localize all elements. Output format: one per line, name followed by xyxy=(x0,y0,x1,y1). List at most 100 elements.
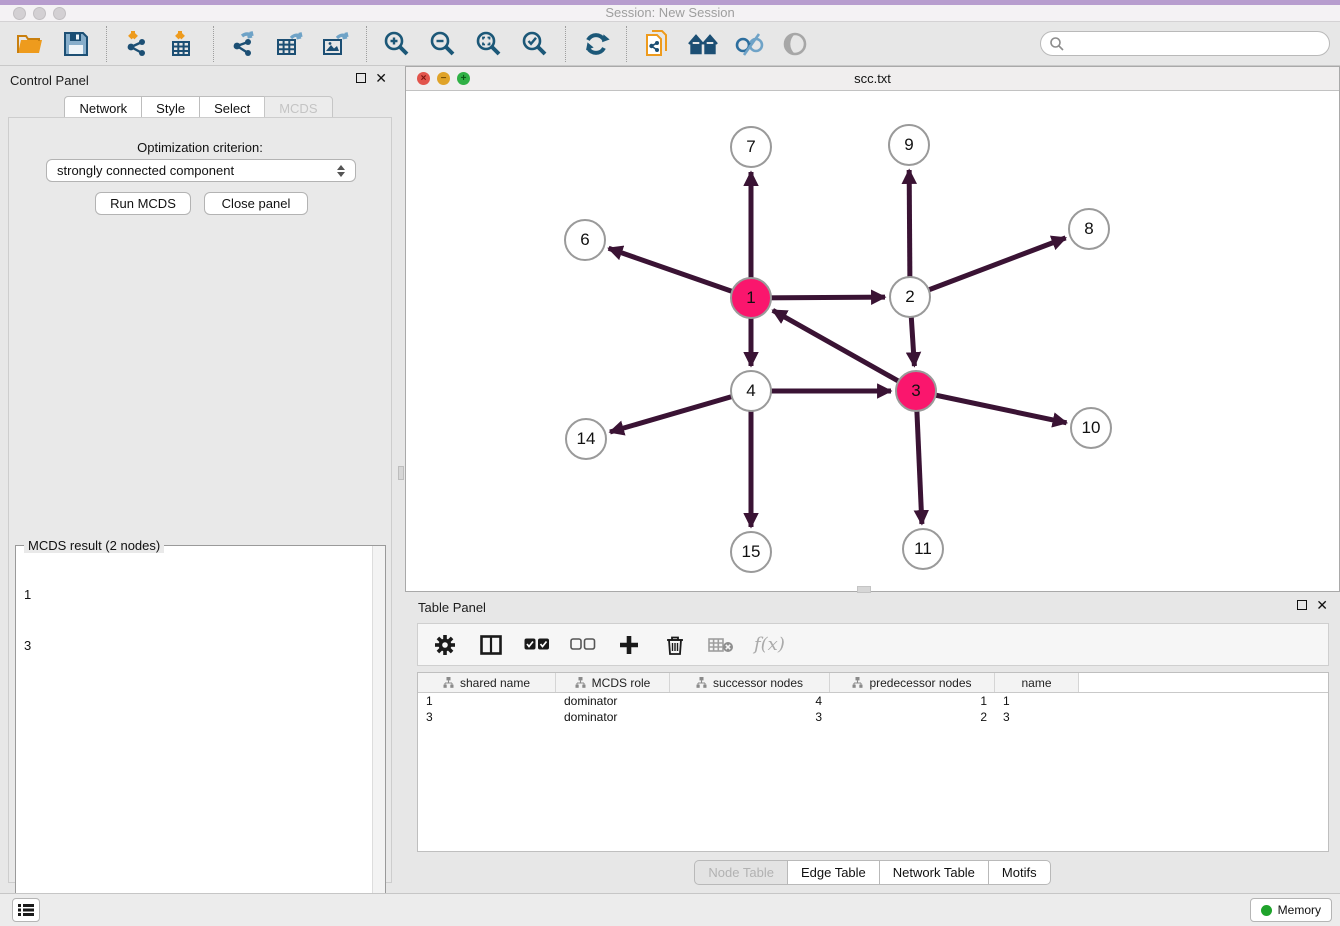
graph-edge-3-10[interactable] xyxy=(916,391,1067,423)
table-row[interactable]: 1 dominator 4 1 1 xyxy=(418,693,1328,709)
cell-predecessor-nodes: 1 xyxy=(830,693,995,709)
home-icon[interactable] xyxy=(687,28,719,60)
tab-motifs[interactable]: Motifs xyxy=(988,860,1051,885)
network-window-titlebar: × − + scc.txt xyxy=(406,67,1339,91)
mcds-result-item[interactable]: 3 xyxy=(24,637,53,654)
search-input[interactable] xyxy=(1065,34,1329,54)
split-view-icon[interactable] xyxy=(478,632,504,658)
zoom-out-icon[interactable] xyxy=(427,28,459,60)
close-panel-button[interactable]: Close panel xyxy=(204,192,308,215)
cell-mcds-role: dominator xyxy=(556,709,670,725)
window-title: Session: New Session xyxy=(0,5,1340,20)
delete-table-icon[interactable] xyxy=(708,632,734,658)
birdseye-icon[interactable] xyxy=(779,28,811,60)
network-window-title: scc.txt xyxy=(406,71,1339,86)
hide-panel-icon[interactable] xyxy=(733,28,765,60)
apply-layout-icon[interactable] xyxy=(580,28,612,60)
graph-node-4[interactable]: 4 xyxy=(730,370,772,412)
cell-successor-nodes: 4 xyxy=(670,693,830,709)
search-box[interactable] xyxy=(1040,31,1330,56)
graph-node-8[interactable]: 8 xyxy=(1068,208,1110,250)
column-label: successor nodes xyxy=(713,676,803,690)
column-type-icon xyxy=(852,677,863,688)
column-header-shared-name[interactable]: shared name xyxy=(418,673,556,692)
table-settings-icon[interactable] xyxy=(432,632,458,658)
graph-node-3[interactable]: 3 xyxy=(895,370,937,412)
graph-node-14[interactable]: 14 xyxy=(565,418,607,460)
column-header-name[interactable]: name xyxy=(995,673,1079,692)
import-table-icon[interactable] xyxy=(167,28,199,60)
select-arrows-icon xyxy=(337,165,345,177)
mcds-result-list[interactable]: 1 3 xyxy=(16,550,61,690)
zoom-in-icon[interactable] xyxy=(381,28,413,60)
export-table-icon[interactable] xyxy=(274,28,306,60)
column-label: MCDS role xyxy=(592,676,651,690)
zoom-fit-icon[interactable] xyxy=(473,28,505,60)
run-mcds-button[interactable]: Run MCDS xyxy=(95,192,191,215)
memory-label: Memory xyxy=(1278,903,1321,917)
table-panel-float-button[interactable] xyxy=(1297,600,1307,610)
control-panel-float-button[interactable] xyxy=(356,73,366,83)
select-all-columns-icon[interactable] xyxy=(524,632,550,658)
vertical-splitter[interactable] xyxy=(397,66,405,893)
import-network-icon[interactable] xyxy=(121,28,153,60)
column-header-mcds-role[interactable]: MCDS role xyxy=(556,673,670,692)
graph-edge-1-6[interactable] xyxy=(609,248,751,298)
deselect-all-columns-icon[interactable] xyxy=(570,632,596,658)
task-list-icon xyxy=(18,903,34,917)
control-panel: Control Panel ✕ Network Style Select MCD… xyxy=(0,66,397,893)
graph-node-7[interactable]: 7 xyxy=(730,126,772,168)
control-panel-title: Control Panel xyxy=(10,73,89,88)
save-session-icon[interactable] xyxy=(60,28,92,60)
graph-node-15[interactable]: 15 xyxy=(730,531,772,573)
graph-node-9[interactable]: 9 xyxy=(888,124,930,166)
network-canvas[interactable]: 7 9 6 8 1 2 4 3 14 10 15 11 xyxy=(406,91,1339,591)
graph-node-2[interactable]: 2 xyxy=(889,276,931,318)
clone-network-icon[interactable] xyxy=(641,28,673,60)
cell-name: 1 xyxy=(995,693,1079,709)
node-table: shared name MCDS role successor nodes pr… xyxy=(417,672,1329,852)
graph-node-1[interactable]: 1 xyxy=(730,277,772,319)
result-scrollbar[interactable] xyxy=(372,546,385,924)
search-icon xyxy=(1049,36,1065,52)
mcds-panel-body: Optimization criterion: strongly connect… xyxy=(8,117,392,883)
table-row[interactable]: 3 dominator 3 2 3 xyxy=(418,709,1328,725)
graph-node-11[interactable]: 11 xyxy=(902,528,944,570)
table-panel-close-icon[interactable]: ✕ xyxy=(1316,600,1328,610)
export-network-icon[interactable] xyxy=(228,28,260,60)
mcds-result-item[interactable]: 1 xyxy=(24,586,53,603)
mcds-result-box: MCDS result (2 nodes) 1 3 xyxy=(15,545,386,925)
control-panel-close-icon[interactable]: ✕ xyxy=(375,73,387,83)
table-toolbar: f(x) xyxy=(417,623,1329,666)
window-accent-strip xyxy=(0,0,1340,5)
add-column-icon[interactable] xyxy=(616,632,642,658)
memory-status-icon xyxy=(1261,905,1272,916)
cell-successor-nodes: 3 xyxy=(670,709,830,725)
column-header-successor-nodes[interactable]: successor nodes xyxy=(670,673,830,692)
delete-column-icon[interactable] xyxy=(662,632,688,658)
open-session-icon[interactable] xyxy=(14,28,46,60)
graph-edge-4-14[interactable] xyxy=(610,391,751,432)
cell-shared-name: 3 xyxy=(418,709,556,725)
tab-network-table[interactable]: Network Table xyxy=(879,860,988,885)
criterion-select[interactable]: strongly connected component xyxy=(46,159,356,182)
column-header-predecessor-nodes[interactable]: predecessor nodes xyxy=(830,673,995,692)
status-bar: Memory xyxy=(0,893,1340,926)
tab-node-table[interactable]: Node Table xyxy=(694,860,787,885)
graph-node-10[interactable]: 10 xyxy=(1070,407,1112,449)
column-label: shared name xyxy=(460,676,530,690)
column-type-icon xyxy=(696,677,707,688)
horizontal-splitter-grip[interactable] xyxy=(857,586,871,593)
graph-edge-2-8[interactable] xyxy=(910,238,1066,297)
graph-node-6[interactable]: 6 xyxy=(564,219,606,261)
main-toolbar xyxy=(0,22,1340,66)
function-builder-icon[interactable]: f(x) xyxy=(754,632,785,658)
vertical-splitter-grip[interactable] xyxy=(398,466,404,480)
network-view-window: × − + scc.txt 7 9 6 8 1 2 4 3 14 10 15 11 xyxy=(405,66,1340,592)
graph-edge-3-1[interactable] xyxy=(773,310,916,391)
zoom-selected-icon[interactable] xyxy=(519,28,551,60)
export-image-icon[interactable] xyxy=(320,28,352,60)
memory-button[interactable]: Memory xyxy=(1250,898,1332,922)
task-history-button[interactable] xyxy=(12,898,40,922)
tab-edge-table[interactable]: Edge Table xyxy=(787,860,879,885)
